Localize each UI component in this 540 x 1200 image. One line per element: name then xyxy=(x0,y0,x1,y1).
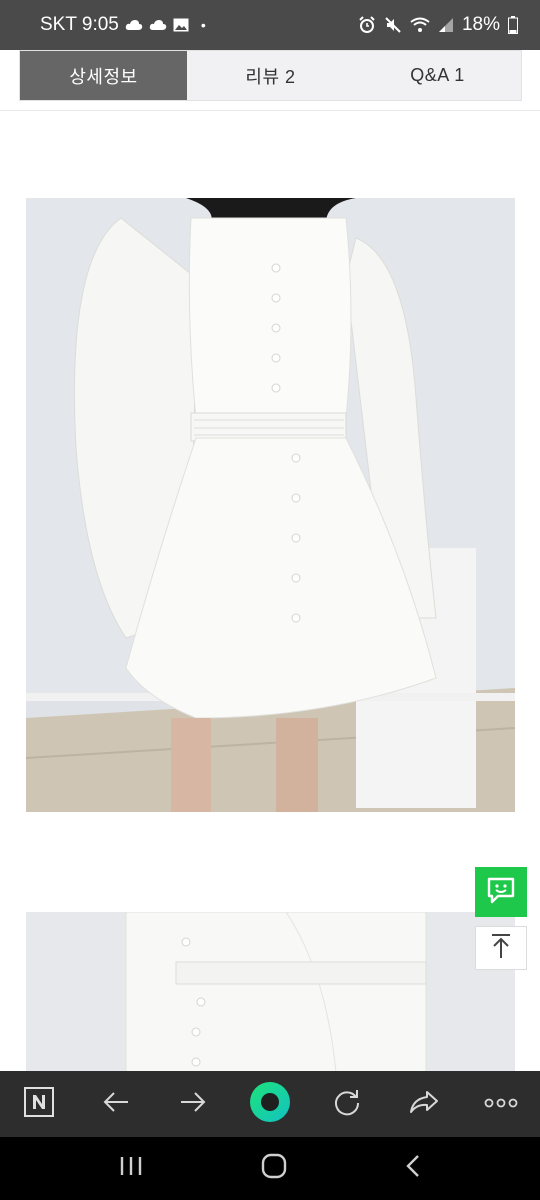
more-button[interactable] xyxy=(476,1079,526,1129)
carrier-time: SKT 9:05 xyxy=(40,14,119,35)
forward-button[interactable] xyxy=(168,1079,218,1129)
talk-button[interactable] xyxy=(475,867,527,917)
tab-reviews[interactable]: 리뷰 2 xyxy=(187,51,354,100)
green-dot-button[interactable] xyxy=(245,1079,295,1129)
browser-toolbar xyxy=(0,1071,540,1137)
back-nav-button[interactable] xyxy=(405,1154,421,1183)
wifi-icon xyxy=(410,17,430,33)
share-icon xyxy=(409,1089,439,1120)
mute-icon xyxy=(384,16,402,34)
divider xyxy=(0,110,540,111)
alarm-icon xyxy=(358,16,376,34)
forward-arrow-icon xyxy=(179,1091,207,1118)
back-button[interactable] xyxy=(91,1079,141,1129)
green-dot-icon xyxy=(249,1081,291,1128)
cloud-icon xyxy=(125,19,143,31)
arrow-to-top-icon xyxy=(489,933,513,964)
product-photo-closeup xyxy=(26,912,515,1072)
status-bar: SKT 9:05 • 18% xyxy=(0,0,540,50)
gallery-icon xyxy=(173,18,189,32)
home-button[interactable] xyxy=(261,1153,287,1184)
system-nav-bar xyxy=(0,1137,540,1200)
dot-icon: • xyxy=(200,17,206,33)
chat-bubble-icon xyxy=(486,876,516,909)
scroll-top-button[interactable] xyxy=(475,926,527,970)
more-icon xyxy=(484,1095,518,1113)
recent-apps-icon xyxy=(119,1157,143,1181)
signal-icon xyxy=(438,17,454,33)
cloud-icon xyxy=(149,19,167,31)
detail-tabs: 상세정보 리뷰 2 Q&A 1 xyxy=(19,50,522,101)
naver-home-icon xyxy=(23,1086,55,1123)
battery-icon xyxy=(508,16,518,34)
refresh-icon xyxy=(333,1088,361,1121)
battery-text: 18% xyxy=(461,14,500,35)
recent-apps-button[interactable] xyxy=(119,1155,143,1182)
home-icon xyxy=(261,1153,287,1183)
tab-detail-info[interactable]: 상세정보 xyxy=(20,51,187,100)
product-photo-main xyxy=(26,198,515,812)
back-arrow-icon xyxy=(102,1091,130,1118)
naver-home-button[interactable] xyxy=(14,1079,64,1129)
refresh-button[interactable] xyxy=(322,1079,372,1129)
share-button[interactable] xyxy=(399,1079,449,1129)
tab-qna[interactable]: Q&A 1 xyxy=(354,51,521,100)
back-icon xyxy=(405,1155,421,1182)
